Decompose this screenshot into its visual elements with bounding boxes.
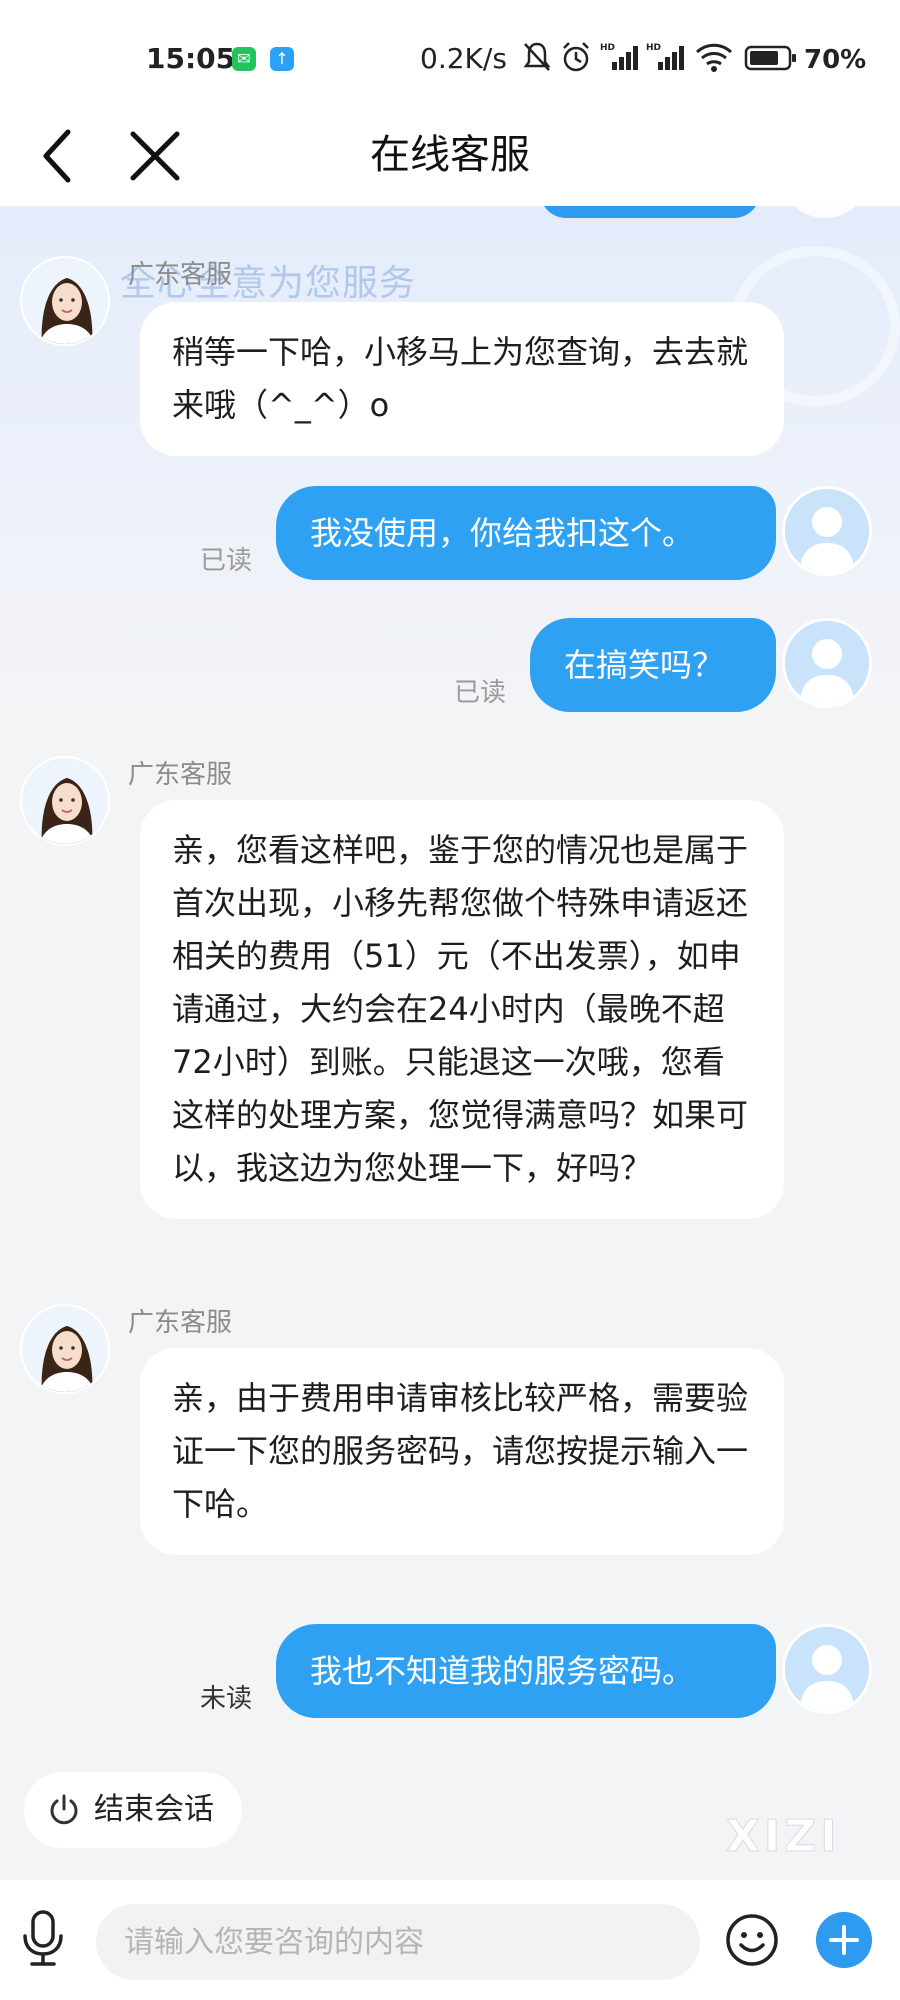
nav-bar: 在线客服 [0, 110, 900, 206]
read-status: 已读 [454, 678, 507, 708]
svg-text:HD: HD [646, 43, 661, 53]
unread-status: 未读 [200, 1684, 253, 1714]
agent-avatar[interactable] [20, 1304, 110, 1394]
user-avatar[interactable] [782, 1624, 872, 1714]
agent-avatar[interactable] [20, 756, 110, 846]
sender-name: 广东客服 [128, 260, 233, 290]
page-title: 在线客服 [370, 132, 530, 178]
agent-message-bubble[interactable]: 稍等一下哈，小移马上为您查询，去去就来哦（^_^）o [140, 302, 784, 456]
alarm-icon [563, 42, 589, 72]
status-bar: 15:05 ✉ ↑ 0.2K/s HD HD 70% [0, 0, 900, 110]
user-avatar-icon [785, 489, 869, 573]
agent-message-bubble[interactable]: 亲，您看这样吧，鉴于您的情况也是属于首次出现，小移先帮您做个特殊申请返还相关的费… [140, 800, 784, 1219]
agent-avatar[interactable] [20, 256, 110, 346]
user-message-bubble[interactable]: 我也不知道我的服务密码。 [276, 1624, 776, 1718]
chat-area[interactable]: 全心全意为您服务 广东客服 稍等一下哈，小移马上为您查询，去去就来哦（^_^）o… [0, 206, 900, 1880]
microphone-icon[interactable] [18, 1906, 68, 1970]
wechat-icon: ✉ [232, 47, 256, 71]
input-bar [0, 1880, 900, 2000]
hd-signal-icon: HD [646, 43, 684, 70]
user-avatar-icon [785, 621, 869, 705]
plus-icon[interactable] [816, 1912, 872, 1968]
end-session-button[interactable]: 结束会话 [24, 1772, 242, 1848]
agent-portrait-icon [22, 258, 108, 344]
previous-message-bubble [540, 206, 760, 218]
user-message-bubble[interactable]: 在搞笑吗？ [530, 618, 776, 712]
emoji-icon[interactable] [724, 1912, 780, 1968]
user-avatar-icon [785, 1627, 869, 1711]
sender-name: 广东客服 [128, 760, 233, 790]
agent-portrait-icon [22, 758, 108, 844]
svg-text:HD: HD [600, 43, 615, 53]
read-status: 已读 [200, 546, 253, 576]
network-speed: 0.2K/s [420, 42, 507, 75]
mute-icon [523, 42, 551, 71]
hd-signal-icon: HD [600, 43, 638, 70]
previous-avatar [780, 206, 870, 218]
battery-percent: 70% [804, 45, 867, 75]
agent-portrait-icon [22, 1306, 108, 1392]
sender-name: 广东客服 [128, 1308, 233, 1338]
wifi-icon [695, 43, 733, 72]
agent-message-bubble[interactable]: 亲，由于费用申请审核比较严格，需要验证一下您的服务密码，请您按提示输入一下哈。 [140, 1348, 784, 1555]
end-session-label: 结束会话 [94, 1792, 214, 1827]
upload-icon: ↑ [270, 47, 294, 71]
watermark: XIZI [726, 1811, 841, 1863]
user-message-bubble[interactable]: 我没使用，你给我扣这个。 [276, 486, 776, 580]
battery-icon [744, 45, 796, 71]
message-input[interactable] [96, 1904, 700, 1980]
user-avatar[interactable] [782, 486, 872, 576]
power-icon [50, 1794, 78, 1825]
status-time: 15:05 [146, 42, 236, 75]
user-avatar[interactable] [782, 618, 872, 708]
